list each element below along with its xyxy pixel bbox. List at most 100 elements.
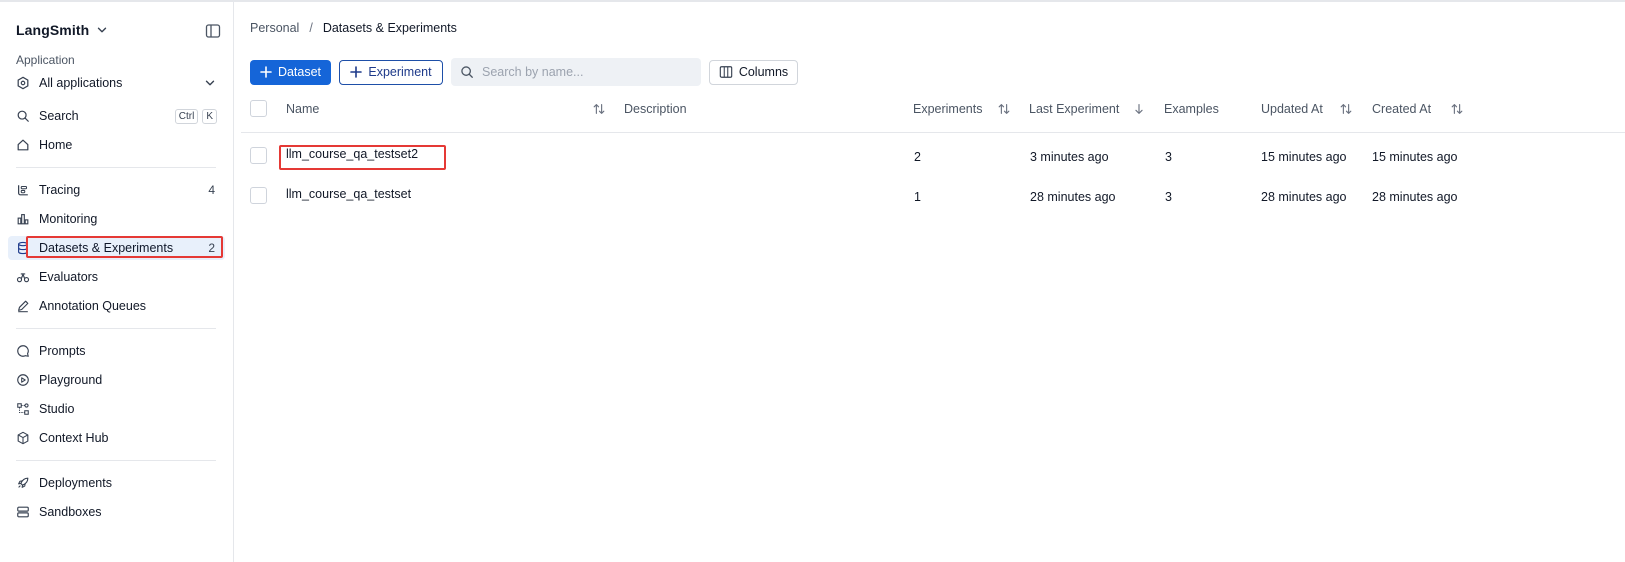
- sidebar-divider: [16, 167, 216, 168]
- dataset-examples: 3: [1165, 190, 1172, 204]
- toolbar: Dataset Experiment Columns: [250, 58, 798, 86]
- sidebar: LangSmith Application All applications S…: [0, 2, 234, 562]
- app-selector[interactable]: All applications: [8, 71, 225, 95]
- sidebar-item-deployments[interactable]: Deployments: [8, 471, 225, 495]
- dataset-last-experiment: 28 minutes ago: [1030, 190, 1116, 204]
- column-header-name[interactable]: Name: [286, 102, 319, 116]
- search-icon: [461, 66, 473, 78]
- apps-icon: [16, 76, 30, 90]
- dataset-last-experiment: 3 minutes ago: [1030, 150, 1109, 164]
- sidebar-item-label: Deployments: [39, 476, 112, 490]
- app-selector-label: All applications: [39, 76, 123, 90]
- studio-icon: [16, 402, 30, 416]
- highlight-box: [26, 236, 223, 258]
- evaluators-icon: [16, 270, 30, 284]
- column-header-created-at[interactable]: Created At: [1372, 102, 1431, 116]
- playground-icon: [16, 373, 30, 387]
- sidebar-item-context-hub[interactable]: Context Hub: [8, 426, 225, 450]
- dataset-experiments: 2: [914, 150, 921, 164]
- column-header-experiments[interactable]: Experiments: [913, 102, 982, 116]
- sidebar-item-label: Studio: [39, 402, 75, 416]
- chevron-down-icon: [205, 80, 215, 86]
- sidebar-item-monitoring[interactable]: Monitoring: [8, 207, 225, 231]
- sidebar-item-label: Home: [39, 138, 73, 152]
- datasets-table: Name Description Experiments Last Experi…: [241, 90, 1625, 213]
- sidebar-item-playground[interactable]: Playground: [8, 368, 225, 392]
- sidebar-item-label: Sandboxes: [39, 505, 102, 519]
- sidebar-item-prompts[interactable]: Prompts: [8, 339, 225, 363]
- tracing-icon: [16, 183, 30, 197]
- sidebar-item-label: Prompts: [39, 344, 86, 358]
- breadcrumb-separator: /: [309, 21, 313, 35]
- dataset-examples: 3: [1165, 150, 1172, 164]
- dataset-created-at: 28 minutes ago: [1372, 190, 1458, 204]
- highlight-box: [279, 145, 446, 170]
- kbd-ctrl: Ctrl: [174, 108, 199, 124]
- breadcrumb-current: Datasets & Experiments: [322, 21, 457, 35]
- main-content: Personal / Datasets & Experiments Datase…: [235, 2, 1625, 562]
- new-dataset-label: Dataset: [277, 65, 322, 79]
- sidebar-item-label: Search: [39, 109, 79, 123]
- table-row[interactable]: llm_course_qa_testset 1 28 minutes ago 3…: [241, 173, 1625, 213]
- application-label: Application: [16, 53, 75, 67]
- breadcrumb-root[interactable]: Personal: [250, 21, 299, 35]
- monitoring-icon: [16, 212, 30, 226]
- sidebar-item-annotation-queues[interactable]: Annotation Queues: [8, 294, 225, 318]
- search-icon: [16, 109, 30, 123]
- sort-desc-icon[interactable]: [1132, 102, 1146, 116]
- columns-label: Columns: [738, 65, 789, 79]
- table-row[interactable]: llm_course_qa_testset2 2 3 minutes ago 3…: [241, 133, 1625, 173]
- sort-icon[interactable]: [592, 102, 606, 116]
- sidebar-divider: [16, 328, 216, 329]
- chevron-down-icon: [98, 27, 107, 33]
- sidebar-item-home[interactable]: Home: [8, 133, 225, 157]
- sidebar-item-studio[interactable]: Studio: [8, 397, 225, 421]
- column-header-updated-at[interactable]: Updated At: [1261, 102, 1323, 116]
- brand-switcher[interactable]: LangSmith: [16, 22, 109, 38]
- plus-icon: [350, 66, 363, 78]
- sidebar-item-label: Monitoring: [39, 212, 98, 226]
- sort-icon[interactable]: [997, 102, 1011, 116]
- keyboard-shortcut: Ctrl K: [174, 108, 217, 124]
- columns-button[interactable]: Columns: [709, 59, 798, 85]
- breadcrumb: Personal / Datasets & Experiments: [250, 21, 457, 35]
- sort-icon[interactable]: [1450, 102, 1464, 116]
- dataset-name-link[interactable]: llm_course_qa_testset: [286, 187, 411, 201]
- dataset-updated-at: 28 minutes ago: [1261, 190, 1347, 204]
- columns-icon: [719, 66, 733, 78]
- search-input[interactable]: [482, 65, 682, 79]
- sidebar-item-tracing[interactable]: Tracing 4: [8, 178, 225, 202]
- pencil-icon: [16, 299, 30, 313]
- prompts-icon: [16, 344, 30, 358]
- search-box[interactable]: [451, 58, 701, 86]
- sidebar-item-label: Tracing: [39, 183, 81, 197]
- table-header: Name Description Experiments Last Experi…: [241, 90, 1625, 133]
- column-header-description[interactable]: Description: [624, 102, 687, 116]
- select-all-checkbox[interactable]: [250, 100, 267, 117]
- dataset-experiments: 1: [914, 190, 921, 204]
- sidebar-item-evaluators[interactable]: Evaluators: [8, 265, 225, 289]
- sidebar-item-label: Evaluators: [39, 270, 99, 284]
- sort-icon[interactable]: [1339, 102, 1353, 116]
- sidebar-item-label: Playground: [39, 373, 103, 387]
- sidebar-item-label: Context Hub: [39, 431, 109, 445]
- plus-icon: [260, 66, 272, 78]
- column-header-examples[interactable]: Examples: [1164, 102, 1219, 116]
- row-checkbox[interactable]: [250, 147, 267, 164]
- server-icon: [16, 505, 30, 519]
- sidebar-item-label: Annotation Queues: [39, 299, 147, 313]
- sidebar-divider: [16, 460, 216, 461]
- dataset-updated-at: 15 minutes ago: [1261, 150, 1347, 164]
- sidebar-item-sandboxes[interactable]: Sandboxes: [8, 500, 225, 524]
- sidebar-item-search[interactable]: Search Ctrl K: [8, 104, 225, 128]
- new-dataset-button[interactable]: Dataset: [250, 59, 331, 85]
- row-checkbox[interactable]: [250, 187, 267, 204]
- dataset-created-at: 15 minutes ago: [1372, 150, 1458, 164]
- sidebar-toggle-icon[interactable]: [205, 23, 221, 39]
- new-experiment-label: Experiment: [368, 65, 432, 79]
- new-experiment-button[interactable]: Experiment: [339, 59, 443, 85]
- sidebar-item-count: 4: [208, 183, 215, 197]
- brand-name: LangSmith: [16, 22, 90, 38]
- column-header-last-experiment[interactable]: Last Experiment: [1029, 102, 1119, 116]
- kbd-k: K: [202, 108, 217, 124]
